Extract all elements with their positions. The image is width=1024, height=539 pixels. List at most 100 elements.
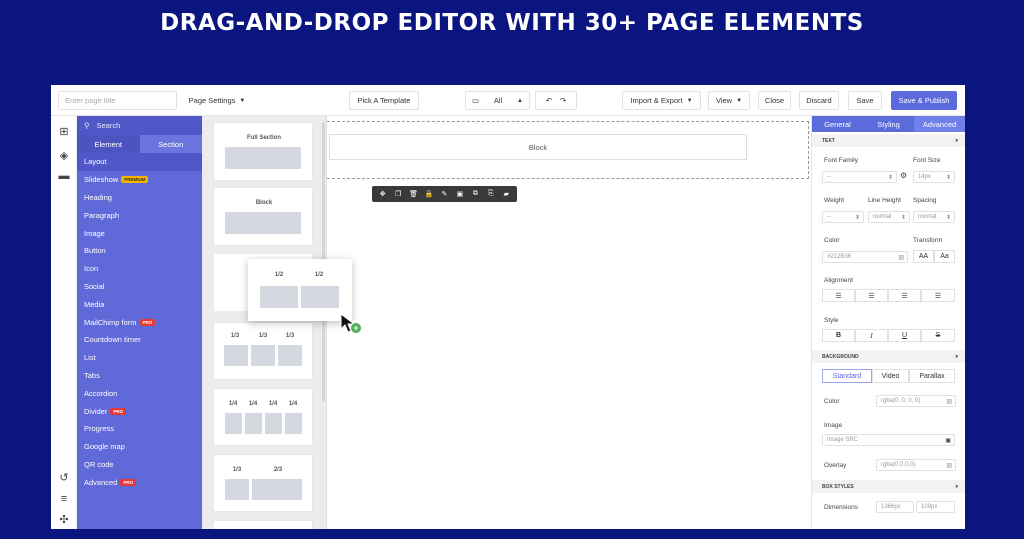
- device-select[interactable]: ▭ All ▲: [465, 91, 530, 110]
- font-size-select[interactable]: 14px ⬍: [913, 171, 955, 183]
- shopify-icon[interactable]: ◈: [57, 149, 71, 163]
- element-item-accordion[interactable]: Accordion: [77, 384, 202, 402]
- element-item-social[interactable]: Social: [77, 278, 202, 296]
- italic-button[interactable]: I: [855, 329, 888, 342]
- element-item-image[interactable]: Image: [77, 224, 202, 242]
- element-item-slideshow[interactable]: Slideshow PREMIUM: [77, 171, 202, 189]
- tab-styling[interactable]: Styling: [863, 116, 914, 132]
- element-item-media[interactable]: Media: [77, 295, 202, 313]
- edit-icon[interactable]: ✎: [438, 190, 450, 198]
- element-item-layout[interactable]: Layout: [77, 153, 202, 171]
- overlay-input[interactable]: rgba(0,0,0,0) ▨: [876, 459, 956, 471]
- color-input[interactable]: #212B36 ▨: [822, 251, 908, 263]
- color-picker-icon[interactable]: ▨: [898, 254, 904, 261]
- element-item-list[interactable]: List: [77, 349, 202, 367]
- element-item-paragraph[interactable]: Paragraph: [77, 206, 202, 224]
- element-item-button[interactable]: Button: [77, 242, 202, 260]
- bg-tab-parallax[interactable]: Parallax: [909, 369, 955, 383]
- element-item-tabs[interactable]: Tabs: [77, 367, 202, 385]
- thumb-block[interactable]: Block: [213, 187, 313, 246]
- thumb-label: 2/3: [273, 467, 283, 473]
- save-button[interactable]: Save: [848, 91, 882, 110]
- background-section-header[interactable]: BACKGROUND ▾: [812, 350, 965, 363]
- image-src-input[interactable]: Image SRC ▣: [822, 434, 955, 446]
- uppercase-button[interactable]: AA: [913, 250, 934, 263]
- box-styles-section-header[interactable]: BOX STYLES ▾: [812, 480, 965, 493]
- element-item-advanced[interactable]: Advanced PRO: [77, 473, 202, 491]
- view-dropdown[interactable]: View ▼: [708, 91, 750, 110]
- tab-section[interactable]: Section: [140, 135, 203, 153]
- thumb-label: 1/4: [248, 401, 258, 407]
- paste-icon[interactable]: ⎘: [485, 190, 497, 198]
- element-item-icon[interactable]: Icon: [77, 260, 202, 278]
- copy-style-icon[interactable]: ⧉: [469, 190, 481, 198]
- save-publish-button[interactable]: Save & Publish: [891, 91, 957, 110]
- pick-template-button[interactable]: Pick A Template: [349, 91, 419, 110]
- thumb-third-twothird[interactable]: 1/3 2/3: [213, 454, 313, 512]
- thumb-placeholder: [260, 286, 298, 308]
- spacing-select[interactable]: normal ⬍: [913, 211, 955, 223]
- thumb-thirds[interactable]: 1/3 1/3 1/3: [213, 322, 313, 380]
- element-item-divider[interactable]: Divider PRO: [77, 402, 202, 420]
- history-icon[interactable]: ↺: [57, 471, 71, 485]
- close-button[interactable]: Close: [758, 91, 791, 110]
- element-item-heading[interactable]: Heading: [77, 189, 202, 207]
- image-upload-icon[interactable]: ▣: [945, 437, 951, 444]
- text-section-header[interactable]: TEXT ▾: [812, 134, 965, 147]
- folder-icon[interactable]: ▬: [57, 169, 71, 183]
- line-height-select[interactable]: normal ⬍: [868, 211, 910, 223]
- integrations-icon[interactable]: ✣: [57, 513, 71, 527]
- discard-button[interactable]: Discard: [799, 91, 839, 110]
- layers-icon[interactable]: ≡: [57, 492, 71, 506]
- chevron-down-icon: ▼: [686, 97, 693, 104]
- gear-icon[interactable]: ⚙: [900, 171, 907, 180]
- color-picker-icon[interactable]: ▨: [946, 462, 952, 469]
- lock-icon[interactable]: 🔒: [423, 190, 435, 198]
- folder-icon[interactable]: ▰: [500, 190, 512, 198]
- page-title-input[interactable]: Enter page title: [58, 91, 177, 110]
- bg-tab-video[interactable]: Video: [872, 369, 909, 383]
- thumb-quarters[interactable]: 1/4 1/4 1/4 1/4: [213, 388, 313, 446]
- undo-icon[interactable]: ↶: [546, 96, 552, 105]
- strikethrough-button[interactable]: S: [921, 329, 955, 342]
- color-picker-icon[interactable]: ▨: [946, 398, 952, 405]
- tab-element[interactable]: Element: [77, 135, 140, 153]
- move-icon[interactable]: ✥: [377, 190, 389, 198]
- add-elements-icon[interactable]: ⊞: [57, 125, 71, 139]
- element-item-google-map[interactable]: Google map: [77, 438, 202, 456]
- element-item-mailchimp-form[interactable]: MailChimp form PRO: [77, 313, 202, 331]
- font-family-select[interactable]: -- ⬍: [822, 171, 897, 183]
- duplicate-icon[interactable]: ❐: [392, 190, 404, 198]
- dragged-half-layout[interactable]: 1/2 1/2: [248, 259, 352, 321]
- bold-button[interactable]: B: [822, 329, 855, 342]
- thumb-full-section[interactable]: Full Section: [213, 122, 313, 181]
- thumb-next[interactable]: [213, 520, 313, 529]
- canvas-block[interactable]: Block: [329, 134, 747, 160]
- align-right-button[interactable]: ☰: [888, 289, 921, 302]
- align-center-button[interactable]: ☰: [855, 289, 888, 302]
- element-item-label: Heading: [84, 192, 112, 202]
- capitalize-button[interactable]: Aa: [934, 250, 955, 263]
- align-left-button[interactable]: ☰: [822, 289, 855, 302]
- element-search[interactable]: ⚲ Search: [77, 116, 202, 135]
- pro-badge: PRO: [120, 478, 137, 486]
- tab-general[interactable]: General: [812, 116, 863, 132]
- element-item-qr-code[interactable]: QR code: [77, 456, 202, 474]
- align-justify-button[interactable]: ☰: [921, 289, 955, 302]
- save-icon[interactable]: ▣: [454, 190, 466, 198]
- bg-tab-standard[interactable]: Standard: [822, 369, 872, 383]
- underline-button[interactable]: U: [888, 329, 921, 342]
- chevron-down-icon: ▾: [955, 353, 958, 360]
- import-export-dropdown[interactable]: Import & Export ▼: [622, 91, 701, 110]
- bg-color-input[interactable]: rgba(0, 0, 0, 0) ▨: [876, 395, 956, 407]
- element-item-progress[interactable]: Progress: [77, 420, 202, 438]
- dimension-width-input[interactable]: 1366px: [876, 501, 914, 513]
- page-settings-dropdown[interactable]: Page Settings ▼: [185, 91, 249, 110]
- element-item-countdown-timer[interactable]: Countdown timer: [77, 331, 202, 349]
- dimension-height-input[interactable]: 109px: [916, 501, 955, 513]
- weight-select[interactable]: -- ⬍: [822, 211, 864, 223]
- redo-icon[interactable]: ↷: [560, 96, 566, 105]
- page-canvas[interactable]: Block ✥ ❐ 🗑 🔒 ✎ ▣ ⧉ ⎘ ▰: [327, 116, 811, 529]
- tab-advanced[interactable]: Advanced: [914, 116, 965, 132]
- delete-icon[interactable]: 🗑: [408, 190, 420, 198]
